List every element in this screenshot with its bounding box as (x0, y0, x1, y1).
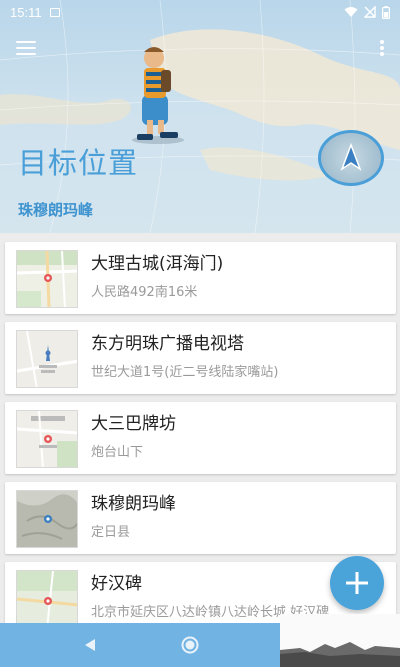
battery-icon (382, 5, 390, 19)
place-name: 东方明珠广播电视塔 (91, 334, 244, 354)
target-location-name: 珠穆朗玛峰 (18, 201, 94, 219)
wifi-icon (344, 7, 358, 17)
status-bar: 15:11 (0, 0, 400, 24)
home-circle-icon (181, 636, 199, 654)
hamburger-menu-icon[interactable] (16, 41, 36, 55)
place-name: 珠穆朗玛峰 (91, 494, 176, 514)
place-card[interactable]: 大理古城(洱海门) 人民路492南16米 (5, 242, 396, 314)
place-card[interactable]: 珠穆朗玛峰 定日县 (5, 482, 396, 554)
map-thumbnail (16, 410, 78, 468)
place-address: 定日县 (91, 525, 131, 540)
map-thumbnail (16, 330, 78, 388)
header-banner: 目标位置 珠穆朗玛峰 (0, 0, 400, 233)
place-address: 炮台山下 (91, 445, 144, 460)
app-screen: 目标位置 珠穆朗玛峰 15:11 大理古城(洱海门) 人民路492南16米 东方… (0, 0, 400, 667)
place-name: 大理古城(洱海门) (91, 254, 224, 274)
place-name: 大三巴牌坊 (91, 414, 176, 434)
map-thumbnail (16, 250, 78, 308)
status-time: 15:11 (10, 4, 42, 20)
back-triangle-icon (85, 639, 95, 651)
place-address: 人民路492南16米 (91, 285, 198, 300)
add-place-button[interactable] (330, 556, 384, 610)
back-button[interactable] (75, 630, 105, 660)
place-card[interactable]: 东方明珠广播电视塔 世纪大道1号(近二号线陆家嘴站) (5, 322, 396, 394)
image-icon (49, 7, 60, 17)
toolbar (0, 24, 400, 72)
place-card[interactable]: 大三巴牌坊 炮台山下 (5, 402, 396, 474)
navigation-bar (0, 623, 280, 667)
place-address: 世纪大道1号(近二号线陆家嘴站) (91, 365, 279, 380)
plus-icon (346, 572, 368, 594)
navigation-arrow-icon (340, 142, 362, 171)
home-button[interactable] (175, 630, 205, 660)
corner-overlay (280, 614, 400, 667)
location-badge[interactable] (318, 130, 384, 186)
page-title: 目标位置 (18, 146, 139, 180)
map-thumbnail (16, 490, 78, 548)
more-vert-icon[interactable] (380, 40, 384, 56)
no-sim-icon (364, 6, 376, 18)
map-thumbnail (16, 570, 78, 623)
